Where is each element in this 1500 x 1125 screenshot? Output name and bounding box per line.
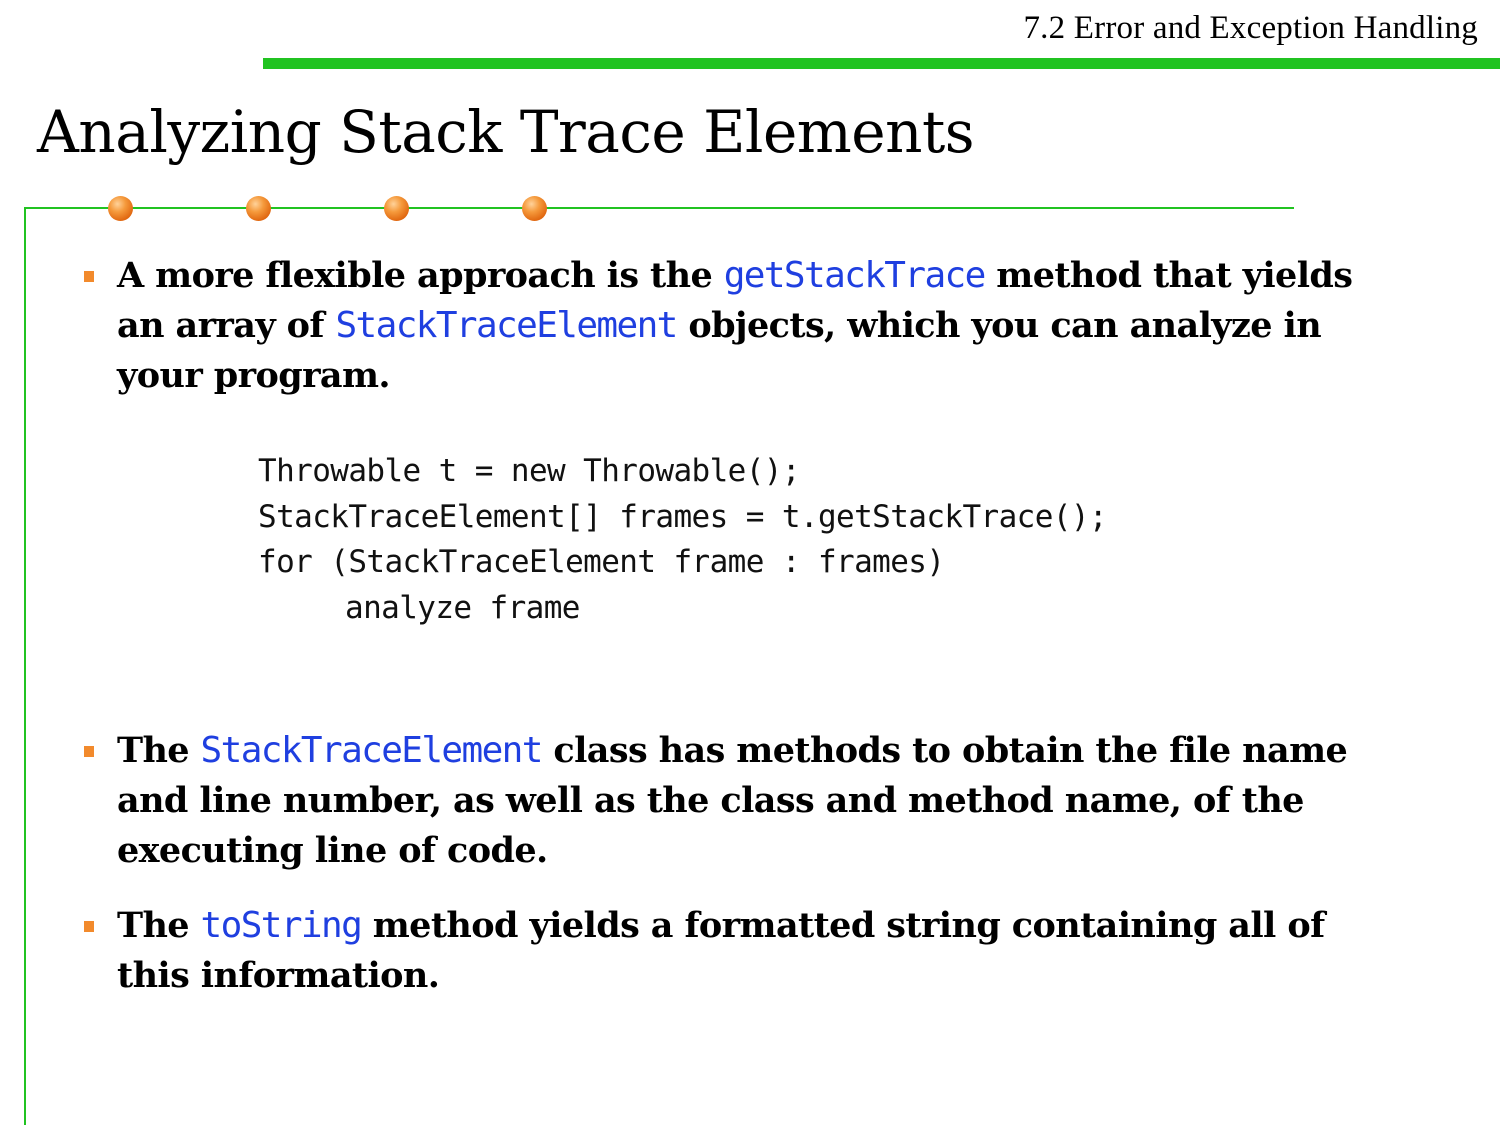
code-line: StackTraceElement[] frames = t.getStackT… <box>258 498 1108 535</box>
inline-code: toString <box>200 905 363 946</box>
code-line: for (StackTraceElement frame : frames) <box>258 544 945 580</box>
bullet-item: The toString method yields a formatted s… <box>84 901 1397 1001</box>
bullet-item: A more flexible approach is the getStack… <box>84 251 1397 401</box>
slide-content: A more flexible approach is the getStack… <box>0 0 1500 1125</box>
bullet-text-segment: A more flexible approach is the <box>117 255 724 296</box>
bullet-text: The StackTraceElement class has methods … <box>117 730 1348 871</box>
bullet-text-segment: The <box>117 905 201 946</box>
bullet-square-icon <box>84 271 94 282</box>
inline-code: getStackTrace <box>723 255 987 296</box>
inline-code: StackTraceElement <box>335 305 678 346</box>
bullet-text: A more flexible approach is the getStack… <box>117 255 1353 396</box>
inline-code: StackTraceElement <box>200 730 544 771</box>
code-line: Throwable t = new Throwable(); <box>258 453 801 489</box>
code-block: Throwable t = new Throwable(); StackTrace… <box>258 449 1108 631</box>
bullet-text-segment: The <box>117 730 201 771</box>
bullet-item: The StackTraceElement class has methods … <box>84 726 1397 876</box>
bullet-square-icon <box>84 746 94 757</box>
bullet-text: The toString method yields a formatted s… <box>117 905 1325 996</box>
bullet-square-icon <box>84 921 94 932</box>
code-line: analyze frame <box>345 589 580 626</box>
